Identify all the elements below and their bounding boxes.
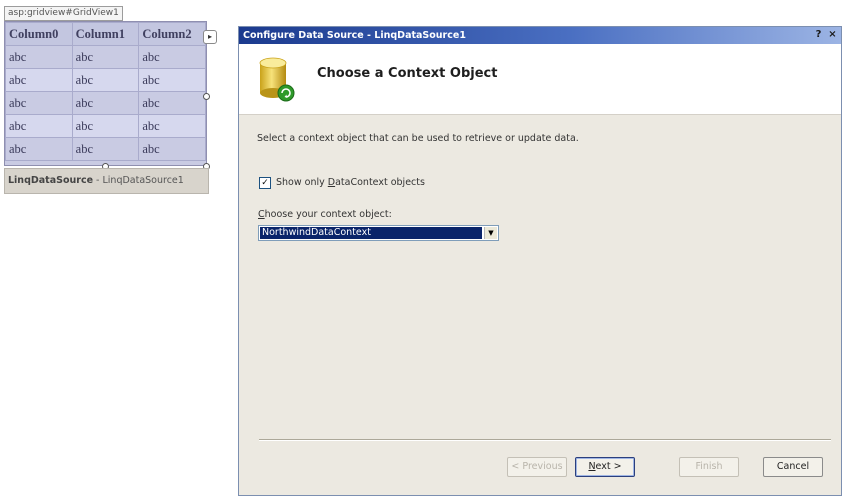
chevron-down-icon[interactable]: ▼ bbox=[484, 227, 497, 239]
refresh-icon bbox=[277, 84, 295, 102]
dialog-title-bar[interactable]: Configure Data Source - LinqDataSource1 … bbox=[239, 27, 841, 44]
configure-data-source-dialog: Configure Data Source - LinqDataSource1 … bbox=[238, 26, 842, 496]
datasource-id-label: LinqDataSource1 bbox=[102, 175, 184, 186]
checkbox-box[interactable]: ✓ bbox=[259, 177, 271, 189]
finish-button[interactable]: Finish bbox=[679, 457, 739, 477]
gridview-cell: abc bbox=[138, 91, 206, 115]
linqdatasource-control[interactable]: LinqDataSource - LinqDataSource1 bbox=[4, 168, 209, 194]
database-icon bbox=[259, 57, 295, 102]
gridview-cell: abc bbox=[71, 137, 140, 161]
previous-button[interactable]: < Previous bbox=[507, 457, 567, 477]
gridview-cell: abc bbox=[5, 114, 73, 138]
button-separator bbox=[259, 439, 831, 441]
gridview-row: abc abc abc bbox=[5, 45, 206, 69]
resize-handle[interactable] bbox=[203, 93, 210, 100]
gridview-row: abc abc abc bbox=[5, 137, 206, 161]
gridview-cell: abc bbox=[71, 68, 140, 92]
gridview-row: abc abc abc bbox=[5, 91, 206, 115]
next-button[interactable]: Next > bbox=[575, 457, 635, 477]
help-button[interactable]: ? bbox=[812, 28, 825, 41]
gridview-cell: abc bbox=[5, 68, 73, 92]
smart-tag-chevron-right-icon[interactable]: ▸ bbox=[203, 30, 217, 44]
gridview-column-header: Column1 bbox=[71, 22, 140, 46]
gridview-cell: abc bbox=[71, 91, 140, 115]
gridview-cell: abc bbox=[71, 114, 140, 138]
next-button-label: ext > bbox=[595, 461, 622, 472]
gridview-cell: abc bbox=[138, 45, 206, 69]
next-button-mnemonic: N bbox=[588, 461, 596, 472]
checkbox-label-prefix: Show only bbox=[276, 177, 328, 188]
gridview-column-header: Column0 bbox=[5, 22, 73, 46]
gridview-cell: abc bbox=[138, 68, 206, 92]
gridview-column-header: Column2 bbox=[138, 22, 206, 46]
gridview-row: abc abc abc bbox=[5, 114, 206, 138]
gridview-cell: abc bbox=[138, 137, 206, 161]
checkbox-label-mnemonic: D bbox=[327, 177, 336, 188]
dialog-title: Configure Data Source - LinqDataSource1 bbox=[243, 30, 466, 41]
gridview-cell: abc bbox=[5, 91, 73, 115]
gridview-tag: asp:gridview#GridView1 bbox=[4, 6, 123, 21]
context-object-label: Choose your context object: bbox=[258, 209, 392, 220]
gridview-header-row: Column0 Column1 Column2 bbox=[5, 22, 206, 46]
context-object-label-mnemonic: C bbox=[258, 209, 265, 220]
gridview-row: abc abc abc bbox=[5, 68, 206, 92]
context-object-selected-value[interactable]: NorthwindDataContext bbox=[260, 227, 482, 239]
gridview-cell: abc bbox=[71, 45, 140, 69]
datasource-type-label: LinqDataSource bbox=[8, 175, 94, 186]
gridview-cell: abc bbox=[5, 45, 73, 69]
checkbox-label-suffix: ataContext objects bbox=[335, 177, 425, 188]
gridview-cell: abc bbox=[138, 114, 206, 138]
gridview-preview[interactable]: Column0 Column1 Column2 abc abc abc abc … bbox=[4, 21, 207, 166]
checkbox-label[interactable]: Show only DataContext objects bbox=[276, 177, 425, 188]
wizard-header: Choose a Context Object bbox=[239, 44, 841, 115]
context-object-dropdown[interactable]: NorthwindDataContext ▼ bbox=[258, 225, 499, 241]
gridview-cell: abc bbox=[5, 137, 73, 161]
close-button[interactable]: × bbox=[826, 28, 839, 41]
step-description: Select a context object that can be used… bbox=[257, 133, 579, 144]
gridview-table: Column0 Column1 Column2 abc abc abc abc … bbox=[5, 22, 206, 161]
context-object-label-rest: hoose your context object: bbox=[264, 209, 392, 220]
wizard-step-title: Choose a Context Object bbox=[317, 66, 498, 81]
cancel-button[interactable]: Cancel bbox=[763, 457, 823, 477]
